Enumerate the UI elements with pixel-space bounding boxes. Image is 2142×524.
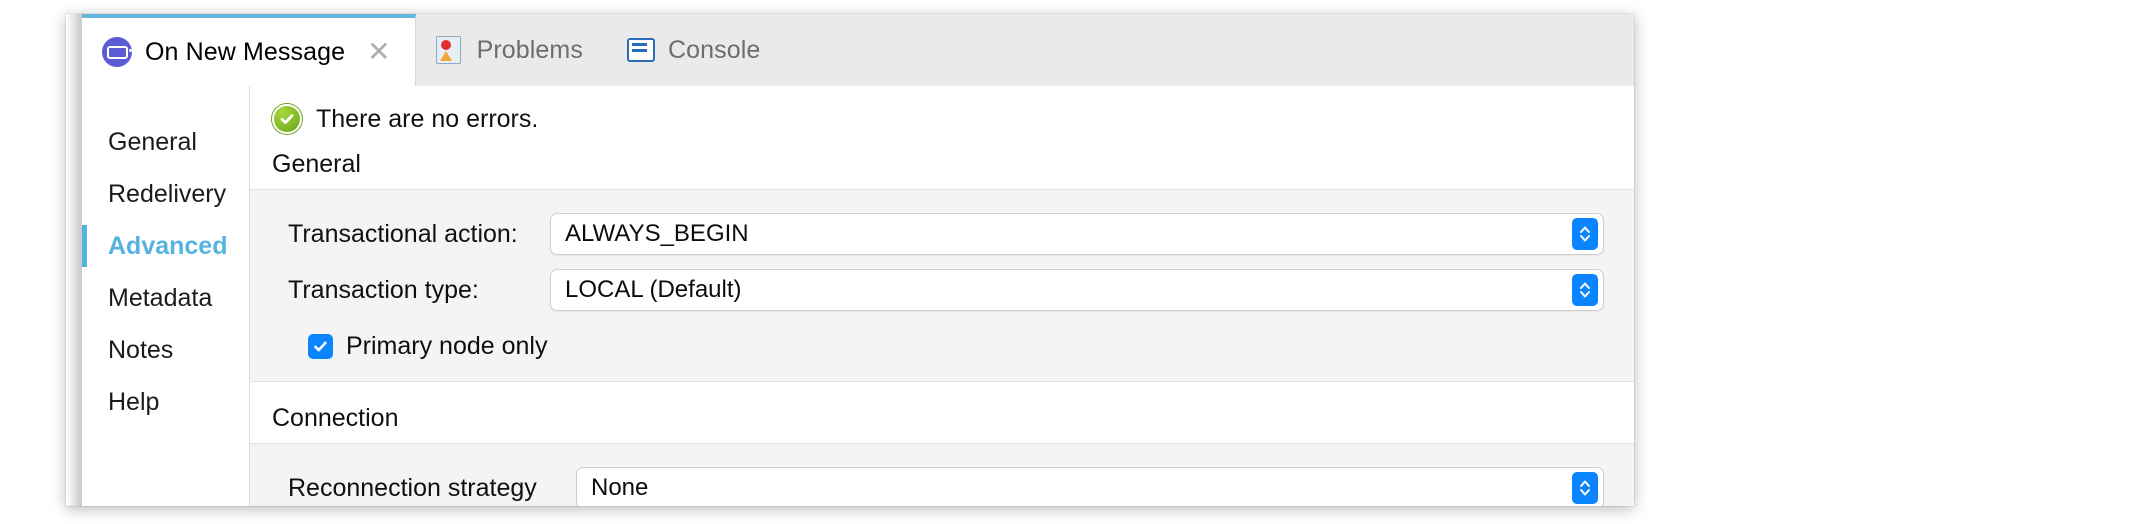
section-panel-connection: Reconnection strategy None bbox=[250, 443, 1634, 506]
section-title-general: General bbox=[272, 150, 361, 178]
sidebar-item-label: Notes bbox=[108, 335, 174, 364]
select-value: ALWAYS_BEGIN bbox=[565, 220, 749, 247]
primary-node-only-checkbox[interactable] bbox=[308, 334, 333, 359]
reconnection-strategy-select[interactable]: None bbox=[576, 467, 1604, 506]
field-label: Transaction type: bbox=[288, 275, 479, 304]
tab-label: Problems bbox=[476, 35, 583, 64]
settings-main-panel: There are no errors. General Transaction… bbox=[250, 86, 1634, 506]
field-transactional-action: Transactional action: ALWAYS_BEGIN bbox=[250, 206, 1634, 262]
sidebar-item-label: Advanced bbox=[108, 231, 228, 260]
validation-status: There are no errors. bbox=[250, 86, 1634, 150]
tab-console[interactable]: Console bbox=[607, 14, 784, 86]
sidebar-item-notes[interactable]: Notes bbox=[82, 324, 249, 376]
success-check-icon bbox=[272, 104, 302, 134]
transactional-action-select[interactable]: ALWAYS_BEGIN bbox=[550, 213, 1604, 255]
field-primary-node-only: Primary node only bbox=[250, 318, 1634, 363]
sidebar-item-label: General bbox=[108, 127, 197, 156]
tab-label: Console bbox=[667, 35, 761, 64]
chevron-updown-icon[interactable] bbox=[1572, 274, 1598, 306]
editor-content: General Redelivery Advanced Metadata Not… bbox=[82, 86, 1634, 506]
sidebar-item-label: Help bbox=[108, 387, 160, 416]
tab-label: On New Message bbox=[145, 37, 346, 66]
tab-problems[interactable]: Problems bbox=[416, 14, 607, 86]
select-value: None bbox=[591, 474, 649, 501]
sidebar-item-help[interactable]: Help bbox=[82, 376, 249, 428]
field-reconnection-strategy: Reconnection strategy None bbox=[250, 460, 1634, 506]
sidebar-item-redelivery[interactable]: Redelivery bbox=[82, 168, 249, 220]
section-panel-general: Transactional action: ALWAYS_BEGIN Trans… bbox=[250, 189, 1634, 382]
transaction-type-select[interactable]: LOCAL (Default) bbox=[550, 269, 1604, 311]
message-icon bbox=[102, 37, 132, 67]
sidebar-item-label: Metadata bbox=[108, 283, 213, 312]
chevron-updown-icon[interactable] bbox=[1572, 218, 1598, 250]
chevron-updown-icon[interactable] bbox=[1572, 472, 1598, 504]
tab-bar: On New Message ✕ Problems Console bbox=[82, 14, 1634, 87]
field-label: Reconnection strategy bbox=[288, 473, 537, 502]
validation-status-text: There are no errors. bbox=[316, 104, 539, 133]
select-value: LOCAL (Default) bbox=[565, 276, 742, 303]
sidebar-item-advanced[interactable]: Advanced bbox=[82, 220, 249, 272]
section-title-connection: Connection bbox=[272, 404, 399, 432]
tab-on-new-message[interactable]: On New Message ✕ bbox=[82, 14, 416, 86]
sidebar-item-label: Redelivery bbox=[108, 179, 227, 208]
close-icon[interactable]: ✕ bbox=[367, 38, 390, 66]
checkbox-label: Primary node only bbox=[346, 332, 548, 360]
field-transaction-type: Transaction type: LOCAL (Default) bbox=[250, 262, 1634, 318]
editor-window: On New Message ✕ Problems Console Genera… bbox=[66, 14, 1634, 506]
sidebar-item-general[interactable]: General bbox=[82, 116, 249, 168]
sidebar-item-metadata[interactable]: Metadata bbox=[82, 272, 249, 324]
problems-icon bbox=[435, 36, 464, 64]
window-left-gutter bbox=[66, 14, 82, 506]
field-label: Transactional action: bbox=[288, 219, 518, 248]
console-icon bbox=[626, 38, 655, 62]
settings-sidebar: General Redelivery Advanced Metadata Not… bbox=[82, 86, 250, 506]
